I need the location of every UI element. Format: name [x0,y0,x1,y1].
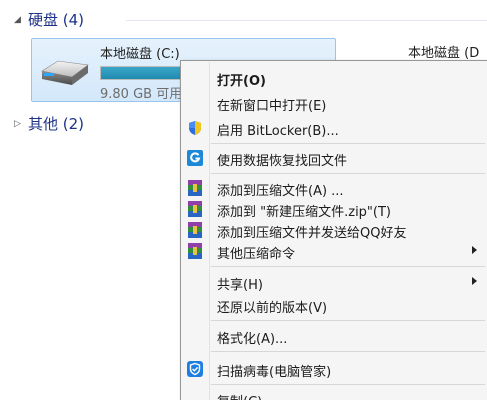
menu-item-label: 共享(H) [217,278,263,293]
menu-item-label: 启用 BitLocker(B)... [217,124,339,139]
menu-item-label: 添加到 "新建压缩文件.zip"(T) [217,205,391,220]
hard-drive-icon [41,60,89,85]
menu-item-copy[interactable]: 复制(C) [181,388,487,400]
menu-item-label: 在新窗口中打开(E) [217,99,327,114]
collapse-arrow-icon[interactable]: ◢ [14,15,28,25]
menu-item-label: 扫描病毒(电脑管家) [217,365,332,380]
drive-name: 本地磁盘 (C:) [100,47,180,62]
group-header-disk[interactable]: ◢ 硬盘 (4) [14,9,487,30]
data-recovery-icon [187,150,203,166]
menu-item-add-to-archive[interactable]: 添加到压缩文件(A) ... [181,177,487,199]
menu-item-label: 添加到压缩文件并发送给QQ好友 [217,226,407,241]
group-label-other: 其他 (2) [28,115,85,133]
uac-shield-icon [189,121,201,135]
winrar-icon [188,180,202,196]
submenu-arrow-icon [472,277,477,285]
menu-item-data-recovery[interactable]: 使用数据恢复找回文件 [181,147,487,169]
pc-manager-shield-icon [187,361,203,377]
menu-separator [211,173,485,174]
winrar-icon [188,222,202,238]
menu-separator [211,266,485,267]
drive-name: 本地磁盘 (D [408,46,480,61]
group-label-disk: 硬盘 (4) [28,11,85,29]
expand-arrow-icon[interactable]: ▷ [14,119,28,129]
group-header-other[interactable]: ▷ 其他 (2) [14,113,84,134]
menu-separator [211,351,485,352]
group-divider [126,20,487,21]
menu-separator [211,143,485,144]
menu-item-restore-versions[interactable]: 还原以前的版本(V) [181,294,487,316]
menu-item-label: 还原以前的版本(V) [217,301,328,316]
submenu-arrow-icon [472,246,477,254]
menu-item-open-new-window[interactable]: 在新窗口中打开(E) [181,92,487,114]
menu-item-label: 格式化(A)... [217,332,288,347]
menu-item-other-compress[interactable]: 其他压缩命令 [181,240,487,262]
context-menu: 打开(O) 在新窗口中打开(E) 启用 BitLocker(B)... 使用数据… [180,60,487,400]
menu-item-format[interactable]: 格式化(A)... [181,325,487,347]
menu-item-label: 复制(C) [217,391,262,400]
menu-item-label: 其他压缩命令 [217,247,296,262]
menu-separator [211,320,485,321]
menu-separator [211,384,485,385]
menu-item-add-to-zip[interactable]: 添加到 "新建压缩文件.zip"(T) [181,198,487,220]
menu-item-label: 打开(O) [217,74,266,89]
menu-item-label: 添加到压缩文件(A) ... [217,184,344,199]
winrar-icon [188,243,202,259]
menu-item-bitlocker[interactable]: 启用 BitLocker(B)... [181,117,487,139]
menu-item-label: 使用数据恢复找回文件 [217,154,348,169]
menu-item-scan-virus[interactable]: 扫描病毒(电脑管家) [181,358,487,380]
drive-free-space: 9.80 GB 可用 [100,87,183,102]
menu-item-open[interactable]: 打开(O) [181,67,487,89]
menu-item-archive-send-qq[interactable]: 添加到压缩文件并发送给QQ好友 [181,219,487,241]
winrar-icon [188,201,202,217]
menu-item-share[interactable]: 共享(H) [181,271,487,293]
